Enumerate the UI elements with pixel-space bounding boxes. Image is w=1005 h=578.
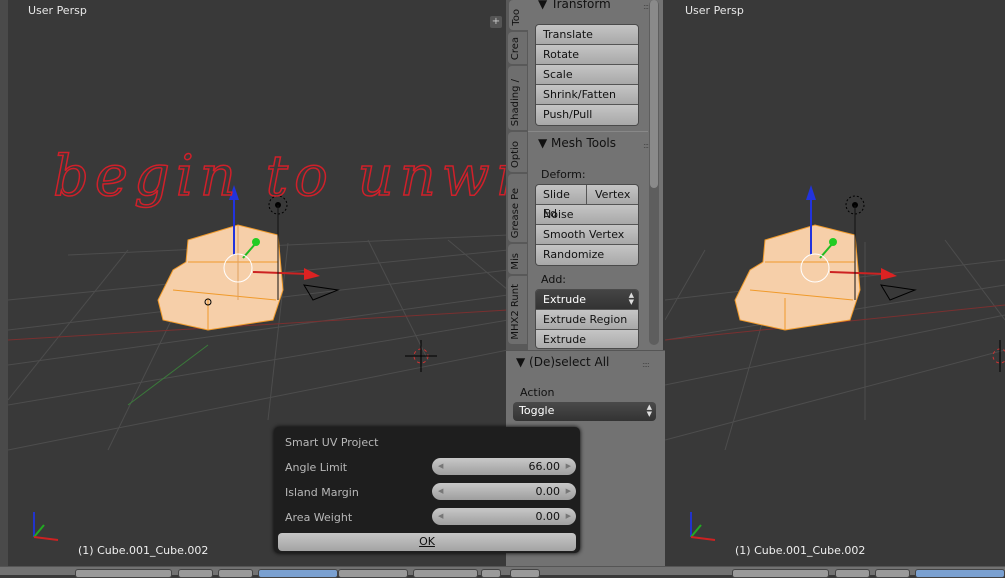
interaction-mode-select[interactable]	[732, 569, 829, 578]
view-label: User Persp	[28, 4, 87, 17]
panel-scrollbar[interactable]	[649, 0, 659, 345]
scale-button[interactable]: Scale	[536, 65, 638, 85]
island-margin-field[interactable]: ◀ 0.00 ▶	[432, 483, 576, 500]
angle-limit-label: Angle Limit	[285, 461, 348, 474]
axis-gizmo	[33, 512, 59, 541]
view-label: User Persp	[685, 4, 744, 17]
action-label: Action	[520, 386, 555, 399]
interaction-mode-select[interactable]	[75, 569, 172, 578]
mesh-tools-header[interactable]: ▼ Mesh Tools	[538, 136, 616, 150]
smart-uv-project-dialog: Smart UV Project Angle Limit ◀ 66.00 ▶ Isl…	[274, 427, 580, 553]
area-weight-label: Area Weight	[285, 511, 353, 524]
island-margin-label: Island Margin	[285, 486, 359, 499]
transform-buttons: Translate Rotate Scale Shrink/Fatten Pus…	[535, 24, 639, 126]
object-label: (1) Cube.001_Cube.002	[735, 544, 866, 557]
editor-type-select[interactable]	[510, 569, 540, 578]
randomize-button[interactable]: Randomize	[536, 245, 638, 265]
toolshelf-tabs: Too Crea Shading / Optio Grease Pe Mis M…	[506, 0, 528, 350]
add-buttons: Extrude▲▼ Extrude Region Extrude Individ…	[535, 289, 639, 349]
mesh-object	[157, 224, 284, 331]
slide-edge-button[interactable]: Slide Ed	[536, 185, 587, 220]
select-mode-buttons[interactable]	[413, 569, 478, 578]
tool-shelf: ▼ Transform :::: Translate Rotate Scale …	[528, 0, 663, 350]
tab-shading[interactable]: Shading /	[508, 66, 527, 130]
extrude-region-button[interactable]: Extrude Region	[536, 310, 638, 330]
viewport-right[interactable]: User Persp (1) Cube.001_Cube.002	[665, 0, 1005, 566]
deform-buttons: Slide EdVertex Noise Smooth Vertex Rando…	[535, 184, 639, 266]
tab-grease-pencil[interactable]: Grease Pe	[508, 174, 527, 242]
noise-button[interactable]: Noise	[536, 205, 638, 225]
deselect-all-header[interactable]: ▼ (De)select All	[516, 355, 609, 369]
ok-button[interactable]: OK	[278, 533, 576, 551]
dialog-title: Smart UV Project	[285, 436, 379, 449]
action-select[interactable]: Toggle ▲ ▼	[513, 402, 656, 421]
tab-tools[interactable]: Too	[509, 0, 528, 30]
angle-limit-field[interactable]: ◀ 66.00 ▶	[432, 458, 576, 475]
shading-select[interactable]	[835, 569, 870, 578]
tab-mhx2[interactable]: MHX2 Runt	[508, 276, 527, 344]
3d-cursor	[405, 340, 437, 372]
occlude-toggle[interactable]	[481, 569, 501, 578]
smooth-vertex-button[interactable]: Smooth Vertex	[536, 225, 638, 245]
extrude-individual-button[interactable]: Extrude Individual	[536, 330, 638, 348]
shrink-fatten-button[interactable]: Shrink/Fatten	[536, 85, 638, 105]
vertex-slide-button[interactable]: Vertex	[587, 185, 630, 204]
push-pull-button[interactable]: Push/Pull	[536, 105, 638, 125]
shading-select[interactable]	[178, 569, 213, 578]
handwritten-annotation: begin to unwrap	[53, 144, 506, 209]
area-weight-field[interactable]: ◀ 0.00 ▶	[432, 508, 576, 525]
translate-button[interactable]: Translate	[536, 25, 638, 45]
updown-arrow-icon: ▲ ▼	[628, 291, 634, 306]
deform-label: Deform:	[541, 168, 586, 181]
pivot-select[interactable]	[875, 569, 910, 578]
drag-grip-icon[interactable]: ::::	[642, 360, 650, 369]
pivot-select[interactable]	[218, 569, 253, 578]
rotate-button[interactable]: Rotate	[536, 45, 638, 65]
add-label: Add:	[541, 273, 567, 286]
object-label: (1) Cube.001_Cube.002	[78, 544, 209, 557]
tab-options[interactable]: Optio	[508, 132, 527, 172]
add-icon[interactable]: +	[490, 16, 502, 28]
scene-right	[665, 185, 1005, 541]
manipulator-toggle[interactable]	[915, 569, 1005, 578]
tab-misc[interactable]: Mis	[508, 244, 527, 274]
transform-orientation-select[interactable]	[338, 569, 408, 578]
transform-header[interactable]: ▼ Transform	[538, 0, 611, 11]
extrude-select[interactable]: Extrude ▲ ▼	[536, 290, 638, 310]
manipulator-toggle[interactable]	[258, 569, 338, 578]
tab-create[interactable]: Crea	[508, 32, 527, 64]
viewport-header	[0, 566, 1005, 578]
updown-arrow-icon: ▲ ▼	[646, 403, 652, 418]
